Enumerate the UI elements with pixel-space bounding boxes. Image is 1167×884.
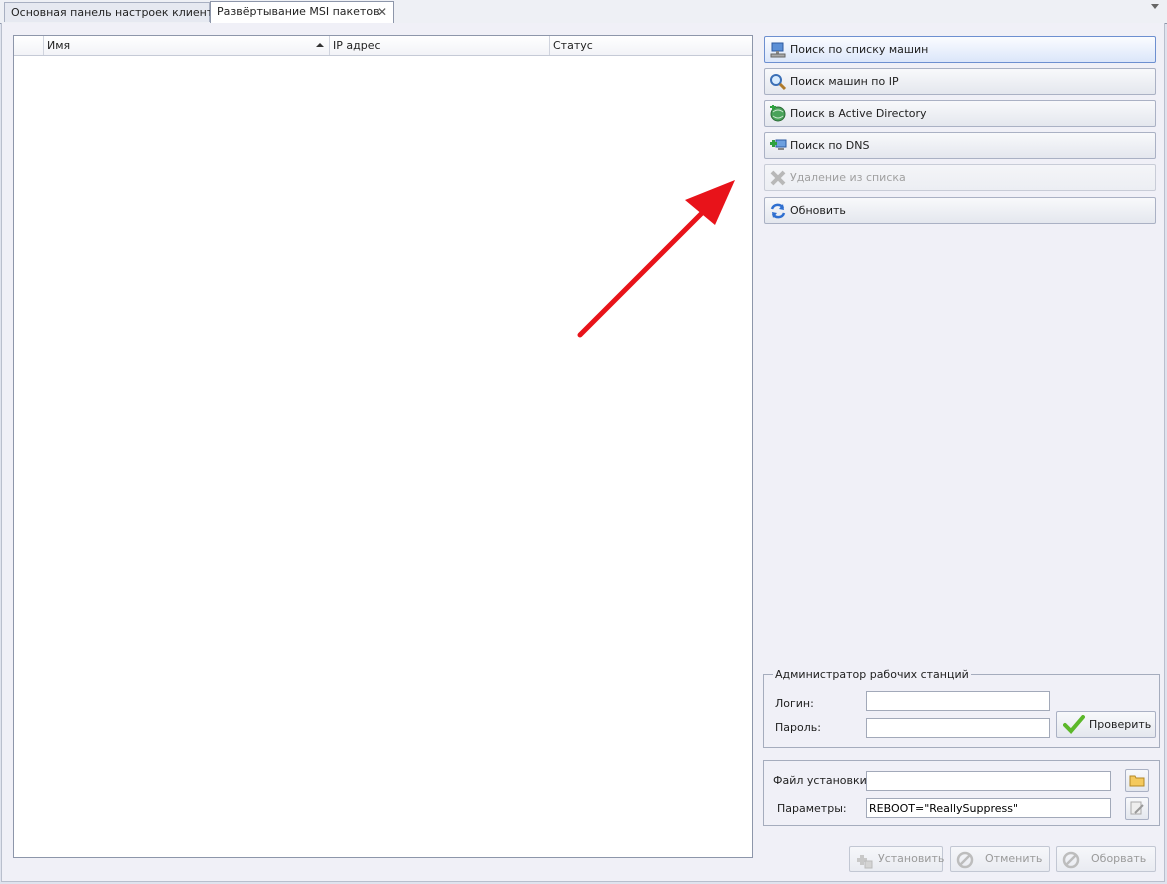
install-file-label: Файл установки: — [773, 774, 871, 787]
arrow-head — [685, 180, 735, 225]
refresh-button[interactable]: Обновить — [764, 197, 1156, 224]
button-label: Поиск по списку машин — [790, 43, 929, 56]
tab-bar: Основная панель настроек клиентов Развёр… — [0, 0, 1167, 24]
button-label: Установить — [878, 852, 945, 865]
annotation-arrow-icon — [577, 180, 735, 338]
install-button[interactable]: Установить — [849, 846, 945, 872]
close-icon[interactable]: ✕ — [377, 2, 387, 22]
cancel-circle-icon — [956, 851, 974, 869]
parameters-label: Параметры: — [777, 802, 847, 815]
button-label: Оборвать — [1091, 852, 1147, 865]
group-title: Администратор рабочих станций — [773, 668, 971, 681]
button-label: Обновить — [790, 204, 846, 217]
tab-msi-deployment[interactable]: Развёртывание MSI пакетов ✕ — [210, 1, 394, 23]
search-active-directory-button[interactable]: Поиск в Active Directory — [764, 100, 1156, 127]
column-header-status[interactable]: Статус — [550, 36, 752, 55]
arrow-shaft — [577, 202, 713, 338]
browse-file-button[interactable] — [1125, 769, 1149, 792]
folder-icon — [1129, 775, 1145, 787]
network-add-icon — [770, 139, 787, 150]
cancel-button[interactable]: Отменить — [950, 846, 1050, 872]
refresh-icon — [770, 203, 786, 219]
edit-parameters-button[interactable] — [1125, 797, 1149, 820]
globe-add-icon — [770, 105, 786, 122]
computer-list-icon — [770, 42, 786, 58]
column-header-label: Имя — [47, 39, 71, 52]
column-header-ip[interactable]: IP адрес — [330, 36, 550, 55]
tab-label: Основная панель настроек клиентов — [11, 6, 227, 19]
sort-ascending-icon — [316, 43, 324, 47]
password-label: Пароль: — [775, 721, 821, 734]
column-header-name[interactable]: Имя — [44, 36, 330, 55]
tab-client-settings[interactable]: Основная панель настроек клиентов — [4, 2, 226, 22]
button-label: Поиск по DNS — [790, 139, 870, 152]
search-machine-list-button[interactable]: Поиск по списку машин — [764, 36, 1156, 63]
button-label: Удаление из списка — [790, 171, 906, 184]
button-label: Отменить — [985, 852, 1043, 865]
login-label: Логин: — [775, 697, 814, 710]
button-label: Поиск машин по IP — [790, 75, 899, 88]
search-by-ip-button[interactable]: Поиск машин по IP — [764, 68, 1156, 95]
search-dns-button[interactable]: Поиск по DNS — [764, 132, 1156, 159]
abort-circle-icon — [1062, 851, 1080, 869]
button-label: Поиск в Active Directory — [790, 107, 927, 120]
magnifier-icon — [770, 74, 787, 91]
parameters-field[interactable] — [866, 798, 1111, 818]
tab-list-dropdown-icon[interactable] — [1151, 4, 1159, 9]
install-file-field[interactable] — [866, 771, 1111, 791]
add-install-icon — [857, 855, 873, 869]
button-label: Проверить — [1089, 718, 1152, 731]
machines-grid[interactable]: Имя IP адрес Статус — [13, 35, 753, 858]
grid-header: Имя IP адрес Статус — [14, 36, 752, 56]
tab-label: Развёртывание MSI пакетов — [217, 5, 380, 18]
abort-button[interactable]: Оборвать — [1056, 846, 1156, 872]
verify-button[interactable]: Проверить — [1056, 711, 1156, 738]
remove-from-list-button[interactable]: Удаление из списка — [764, 164, 1156, 191]
login-field[interactable] — [866, 691, 1050, 711]
password-field[interactable] — [866, 718, 1050, 738]
column-header-selector[interactable] — [14, 36, 44, 55]
delete-x-icon — [770, 170, 786, 186]
checkmark-icon — [1063, 715, 1085, 734]
edit-document-icon — [1130, 801, 1144, 815]
